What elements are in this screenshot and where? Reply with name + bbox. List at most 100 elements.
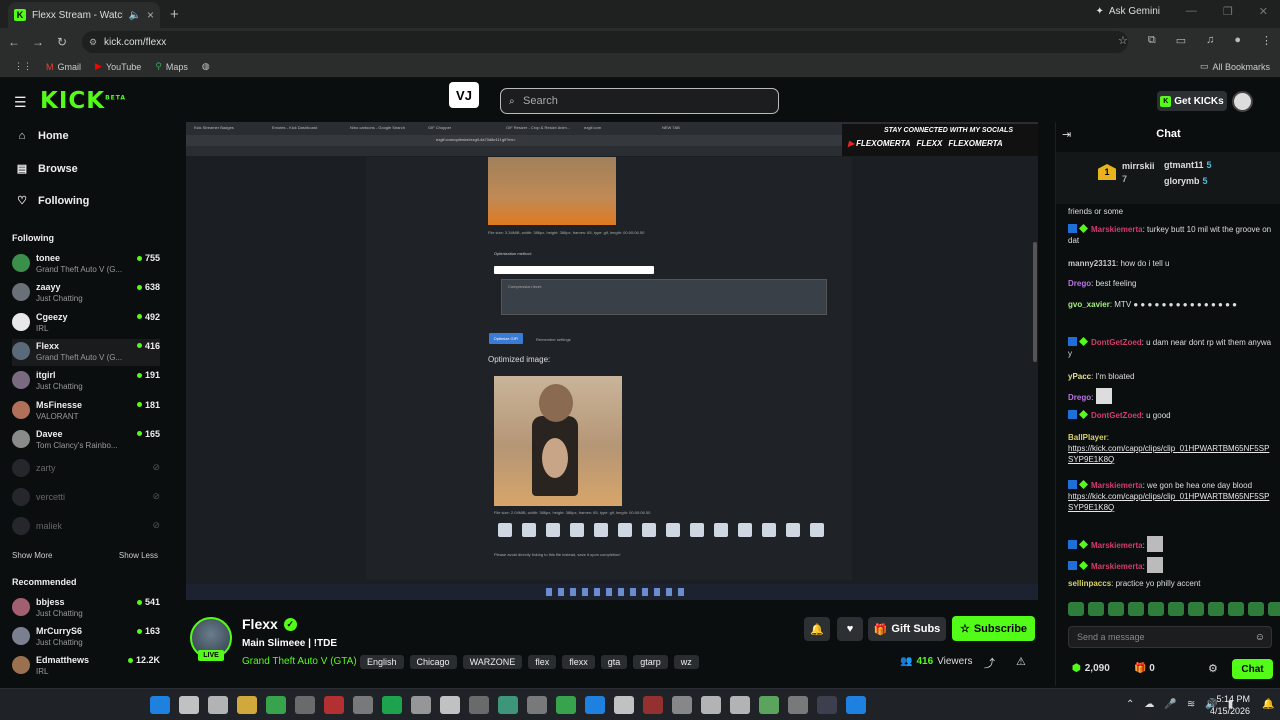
chat-username[interactable]: Drego bbox=[1068, 393, 1091, 402]
bookmark-youtube[interactable]: ▶ YouTube bbox=[95, 61, 141, 72]
nav-following[interactable]: ♡ Following bbox=[16, 194, 89, 208]
sidebar-channel-mrcurrys6[interactable]: MrCurryS6 Just Chatting 163 bbox=[12, 624, 160, 651]
taskbar-app-icon[interactable] bbox=[208, 696, 228, 714]
maximize-icon[interactable]: ❐ bbox=[1223, 5, 1233, 18]
close-tab-icon[interactable]: × bbox=[147, 8, 154, 22]
video-player[interactable]: Kick Streamer Badges Emotes - Kick Dashbo… bbox=[186, 122, 1038, 600]
sidebar-channel-flexx[interactable]: Flexx Grand Theft Auto V (G... 416 bbox=[12, 338, 160, 366]
tag-english[interactable]: English bbox=[360, 655, 404, 669]
nav-browse[interactable]: ▤ Browse bbox=[16, 162, 78, 176]
taskbar-app-icon[interactable] bbox=[643, 696, 663, 714]
sidebar-channel-edmatthews[interactable]: Edmatthews IRL 12.2K bbox=[12, 653, 160, 680]
sidebar-channel-offline[interactable]: zarty ⊘ bbox=[12, 456, 160, 483]
chat-username[interactable]: Marskiemerta bbox=[1091, 481, 1143, 490]
taskbar-app-icon[interactable] bbox=[614, 696, 634, 714]
chat-username[interactable]: DontGetZoed bbox=[1091, 411, 1142, 420]
tag-flex[interactable]: flex bbox=[528, 655, 557, 669]
close-window-icon[interactable]: ✕ bbox=[1259, 5, 1268, 18]
vj-extension-logo[interactable]: VJ bbox=[449, 82, 479, 108]
taskbar-app-icon[interactable] bbox=[788, 696, 808, 714]
taskbar-app-icon[interactable] bbox=[382, 696, 402, 714]
ask-gemini-button[interactable]: ✦ Ask Gemini bbox=[1095, 6, 1160, 17]
sidebar-channel-offline[interactable]: vercetti ⊘ bbox=[12, 485, 160, 512]
chat-input[interactable]: Send a message ☺ bbox=[1068, 626, 1272, 648]
reload-icon[interactable]: ↻ bbox=[50, 35, 74, 49]
chat-username[interactable]: sellinpaccs bbox=[1068, 579, 1111, 588]
gift-subs-button[interactable]: 🎁 Gift Subs bbox=[868, 617, 946, 641]
tag-chicago[interactable]: Chicago bbox=[409, 655, 457, 669]
taskbar-app-icon[interactable] bbox=[411, 696, 431, 714]
get-kicks-button[interactable]: K Get KICKs bbox=[1157, 91, 1227, 111]
taskbar-app-icon[interactable] bbox=[440, 696, 460, 714]
taskbar-app-icon[interactable] bbox=[846, 696, 866, 714]
speaker-icon[interactable]: 🔈 bbox=[129, 10, 141, 21]
subscribe-button[interactable]: ☆ Subscribe bbox=[952, 616, 1035, 641]
system-clock[interactable]: 5:14 PM 4/15/2026 bbox=[1210, 693, 1250, 717]
show-less-button[interactable]: Show Less bbox=[119, 551, 158, 560]
taskbar-app-icon[interactable] bbox=[759, 696, 779, 714]
chat-username[interactable]: Marskiemerta bbox=[1091, 225, 1143, 234]
chat-username[interactable]: DontGetZoed bbox=[1091, 338, 1142, 347]
chat-username[interactable]: Marskiemerta bbox=[1091, 541, 1143, 550]
taskbar-app-icon[interactable] bbox=[672, 696, 692, 714]
globe-icon[interactable]: ◍ bbox=[202, 61, 210, 72]
chevron-up-icon[interactable]: ⌃ bbox=[1126, 699, 1134, 710]
stream-category[interactable]: Grand Theft Auto V (GTA) bbox=[242, 656, 357, 667]
browser-tab[interactable]: K Flexx Stream - Watch Live o 🔈 × bbox=[8, 2, 160, 28]
taskbar-app-icon[interactable] bbox=[527, 696, 547, 714]
emoji-icon[interactable]: ☺ bbox=[1255, 632, 1265, 643]
chat-username[interactable]: yPacc bbox=[1068, 372, 1091, 381]
taskbar-search-icon[interactable] bbox=[179, 696, 199, 714]
follow-button[interactable]: ♥ bbox=[837, 617, 863, 641]
hamburger-menu-icon[interactable]: ☰ bbox=[14, 94, 27, 111]
network-icon[interactable]: ☁ bbox=[1144, 699, 1154, 710]
chat-settings-icon[interactable]: ⚙ bbox=[1208, 662, 1218, 675]
user-avatar[interactable] bbox=[1232, 91, 1253, 112]
tag-flexx[interactable]: flexx bbox=[562, 655, 595, 669]
taskbar-app-icon[interactable] bbox=[295, 696, 315, 714]
minimize-icon[interactable]: — bbox=[1186, 5, 1197, 18]
sidebar-channel-davee[interactable]: Davee Tom Clancy's Rainbo... 165 bbox=[12, 427, 160, 454]
extensions-icon[interactable]: ⧉ bbox=[1148, 34, 1156, 47]
chat-link[interactable]: https://kick.com/capp/clips/clip_01HPWAR… bbox=[1068, 444, 1269, 464]
channel-name[interactable]: Flexx ✓ bbox=[242, 616, 297, 632]
windows-start-icon[interactable] bbox=[150, 696, 170, 714]
tag-wz[interactable]: wz bbox=[673, 655, 699, 669]
sidebar-channel-cgeezy[interactable]: Cgeezy IRL 492 bbox=[12, 310, 160, 337]
notification-bell-button[interactable]: 🔔 bbox=[804, 617, 830, 641]
tag-gtarp[interactable]: gtarp bbox=[633, 655, 668, 669]
back-icon[interactable]: ← bbox=[2, 35, 26, 49]
sidebar-channel-bbjess[interactable]: bbjess Just Chatting 541 bbox=[12, 595, 160, 622]
sidebar-channel-itgirl[interactable]: itgirl Just Chatting 191 bbox=[12, 368, 160, 395]
sidebar-channel-msfinesse[interactable]: MsFinesse VALORANT 181 bbox=[12, 398, 160, 425]
taskbar-app-icon[interactable] bbox=[556, 696, 576, 714]
chat-username[interactable]: gvo_xavier bbox=[1068, 300, 1110, 309]
wifi-icon[interactable]: ≋ bbox=[1187, 699, 1195, 710]
bookmark-maps[interactable]: ⚲ Maps bbox=[155, 61, 188, 72]
forward-icon[interactable]: → bbox=[26, 35, 50, 49]
tag-gta[interactable]: gta bbox=[600, 655, 628, 669]
taskbar-app-icon[interactable] bbox=[817, 696, 837, 714]
gift-counter[interactable]: 🎁 0 bbox=[1134, 663, 1155, 674]
notifications-icon[interactable]: 🔔 bbox=[1262, 699, 1274, 710]
sidebar-channel-zaayy[interactable]: zaayy Just Chatting 638 bbox=[12, 280, 160, 307]
chat-username[interactable]: BallPlayer bbox=[1068, 433, 1107, 442]
tag-warzone[interactable]: WARZONE bbox=[462, 655, 523, 669]
menu-icon[interactable]: ⋮ bbox=[1261, 34, 1272, 47]
bookmark-gmail[interactable]: M Gmail bbox=[46, 62, 81, 72]
cast-icon[interactable]: ▭ bbox=[1176, 34, 1186, 47]
profile-icon[interactable]: ● bbox=[1234, 34, 1241, 47]
taskbar-app-icon[interactable] bbox=[324, 696, 344, 714]
report-icon[interactable]: ⚠ bbox=[1016, 655, 1026, 668]
microphone-icon[interactable]: 🎤 bbox=[1164, 699, 1176, 710]
apps-icon[interactable]: ⋮⋮ bbox=[14, 61, 32, 72]
send-chat-button[interactable]: Chat bbox=[1232, 659, 1273, 679]
site-info-icon[interactable]: ⚙ bbox=[89, 37, 97, 48]
nav-home[interactable]: ⌂ Home bbox=[16, 130, 69, 142]
kick-logo[interactable]: KICKBETA bbox=[40, 88, 126, 114]
show-more-button[interactable]: Show More bbox=[12, 551, 52, 560]
chat-username[interactable]: Drego bbox=[1068, 279, 1091, 288]
share-icon[interactable]: ⤴ bbox=[984, 655, 995, 671]
chat-link[interactable]: https://kick.com/capp/clips/clip_01HPWAR… bbox=[1068, 492, 1269, 512]
chat-username[interactable]: manny23131 bbox=[1068, 259, 1116, 268]
